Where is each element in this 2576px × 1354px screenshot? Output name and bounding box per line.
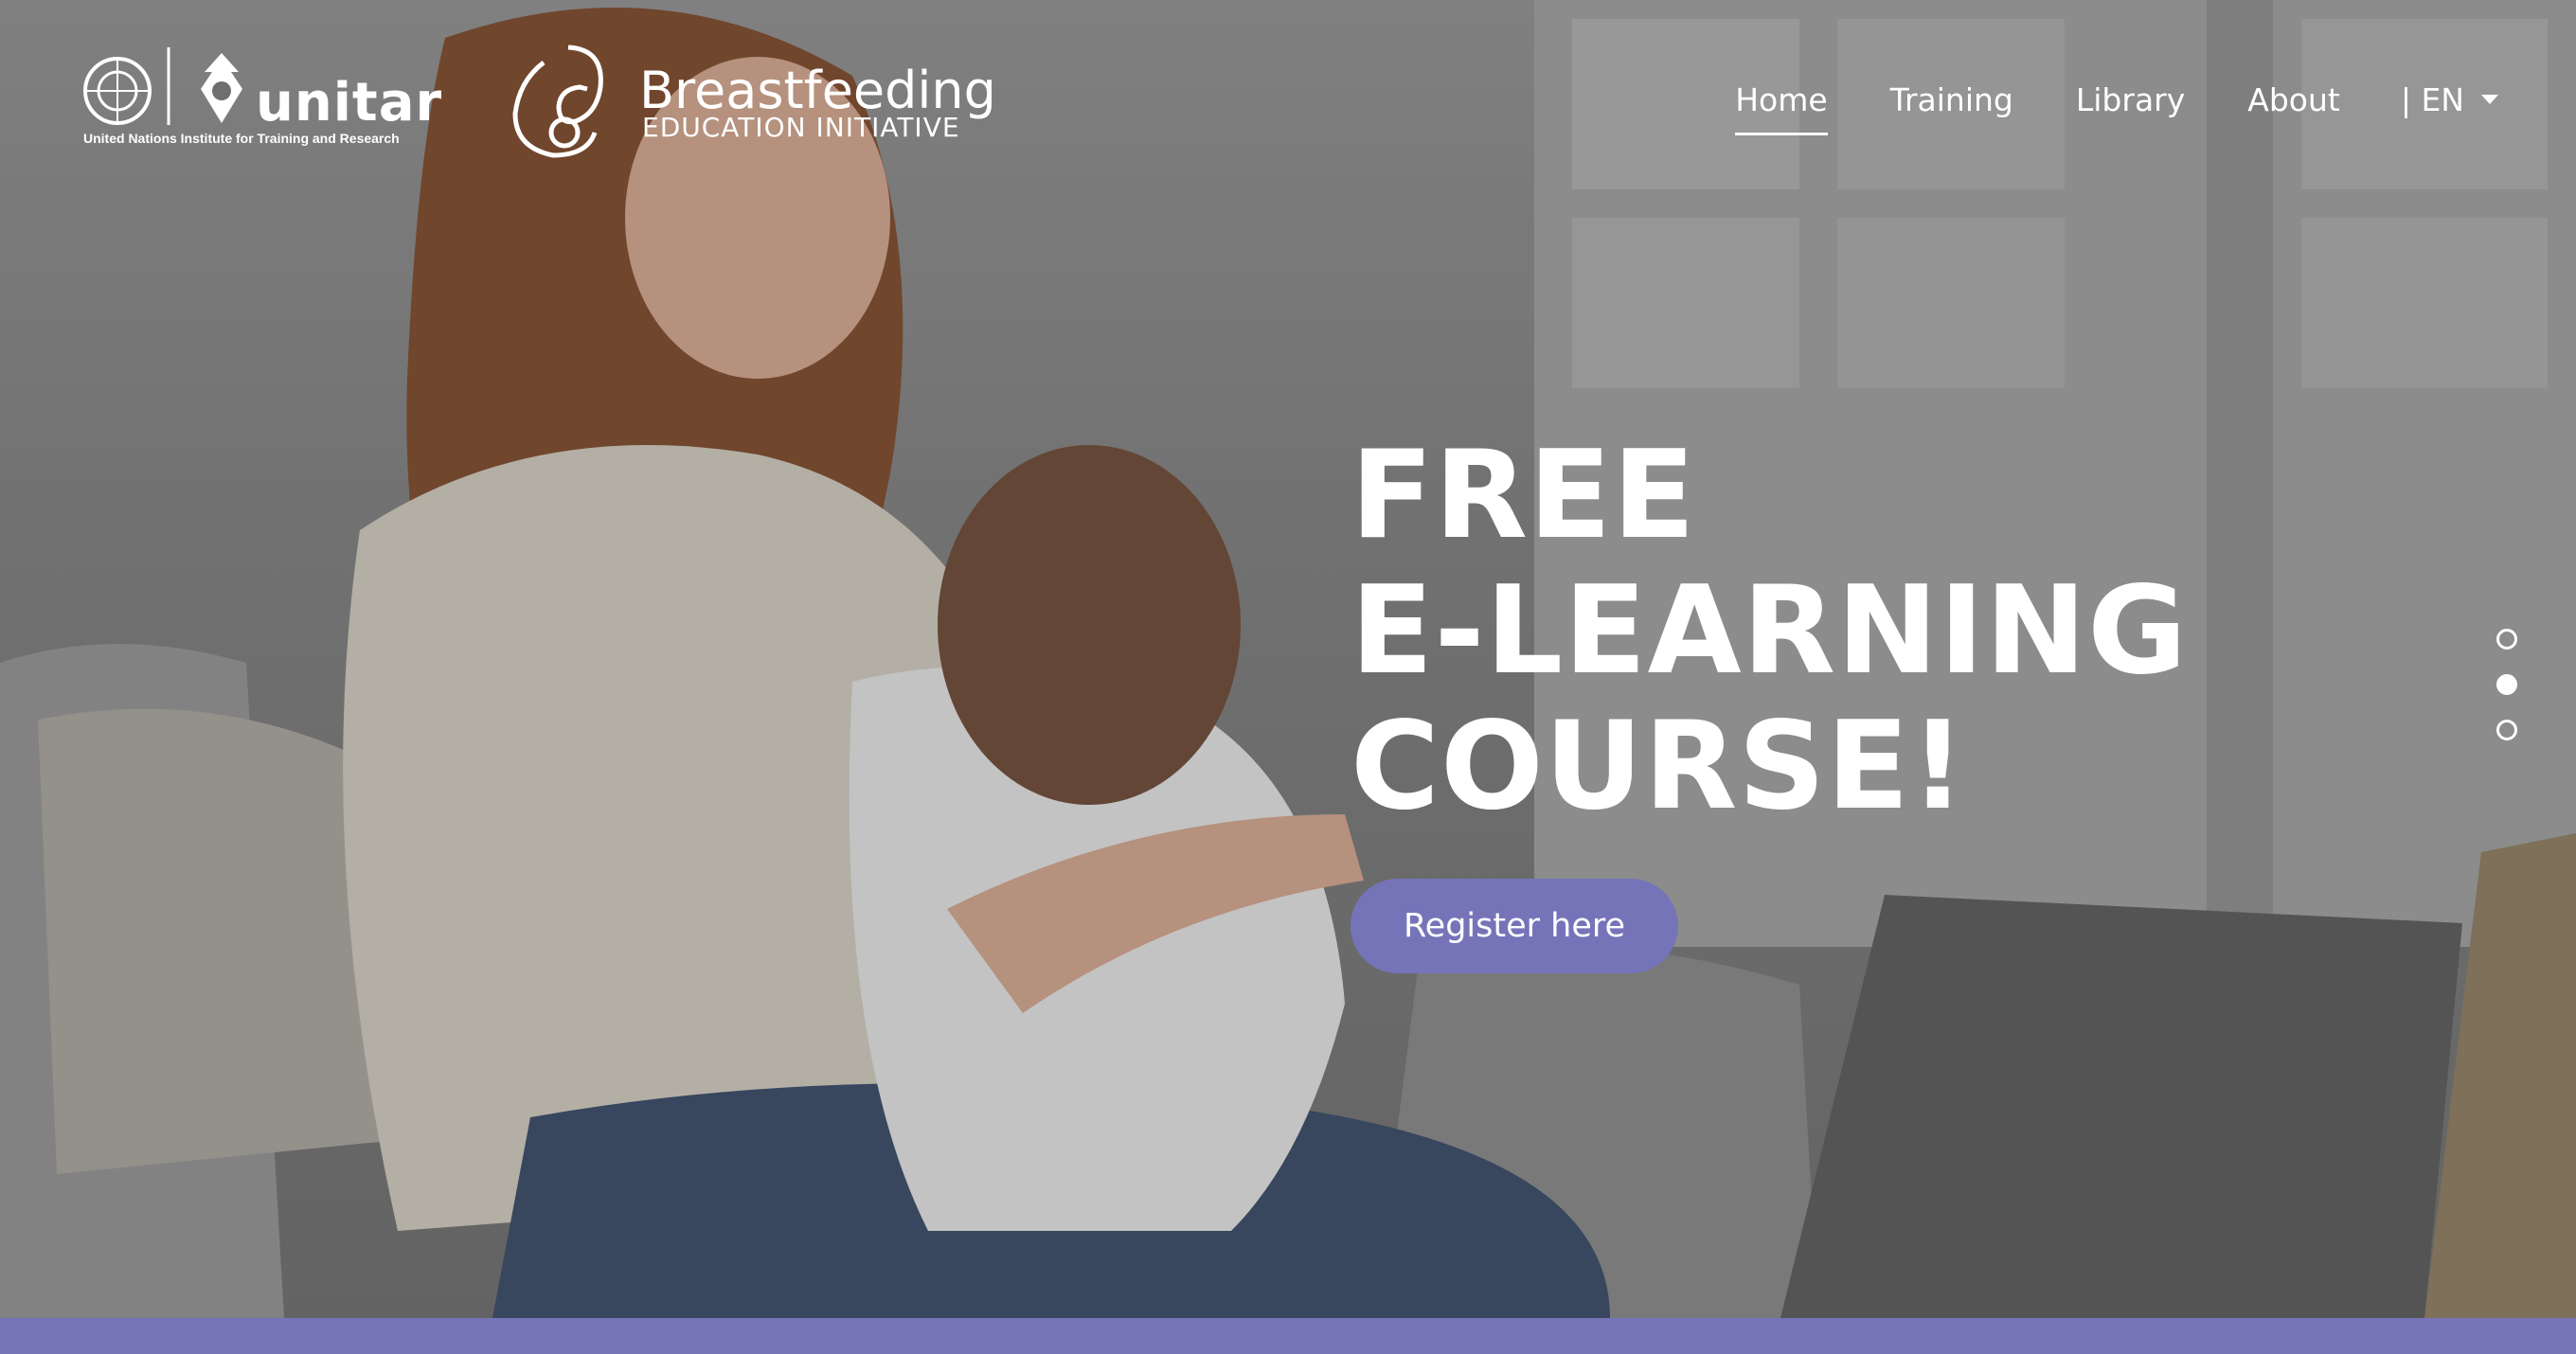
bottom-accent-bar <box>0 1318 2576 1354</box>
unitar-emblem-icon <box>201 53 242 123</box>
slider-dot-1[interactable] <box>2496 629 2517 650</box>
slider-dot-2[interactable] <box>2496 674 2517 695</box>
main-nav: Home Training Library About | EN <box>1673 76 2498 135</box>
slider-dots <box>2496 629 2521 765</box>
register-button[interactable]: Register here <box>1351 879 1678 973</box>
caret-down-icon <box>2481 95 2498 104</box>
slider-dot-3[interactable] <box>2496 720 2517 740</box>
unitar-wordmark: unitar <box>256 72 443 134</box>
initiative-subtitle: EDUCATION INITIATIVE <box>642 112 960 143</box>
nav-library[interactable]: Library <box>2076 81 2185 118</box>
nav-home[interactable]: Home <box>1735 81 1829 135</box>
hero-background <box>0 0 2576 1318</box>
breastfeeding-logo-link[interactable]: Breastfeeding EDUCATION INITIATIVE <box>502 34 996 167</box>
unitar-subtitle: United Nations Institute for Training an… <box>83 131 400 146</box>
nav-about[interactable]: About <box>2247 81 2340 118</box>
hero-headline: FREE E-LEARNING COURSE! <box>1351 428 2188 834</box>
headline-line-3: COURSE! <box>1351 696 1967 837</box>
nav-training[interactable]: Training <box>1890 81 2013 118</box>
language-selector[interactable]: | EN <box>2401 81 2498 118</box>
unitar-logo-link[interactable]: unitar United Nations Institute for Trai… <box>81 47 441 151</box>
breastfeeding-logo-icon <box>512 45 603 158</box>
hero-dim-overlay <box>0 0 2576 1318</box>
headline-line-1: FREE <box>1351 425 1696 566</box>
language-label: | EN <box>2400 80 2464 118</box>
headline-line-2: E-LEARNING <box>1351 561 2189 702</box>
